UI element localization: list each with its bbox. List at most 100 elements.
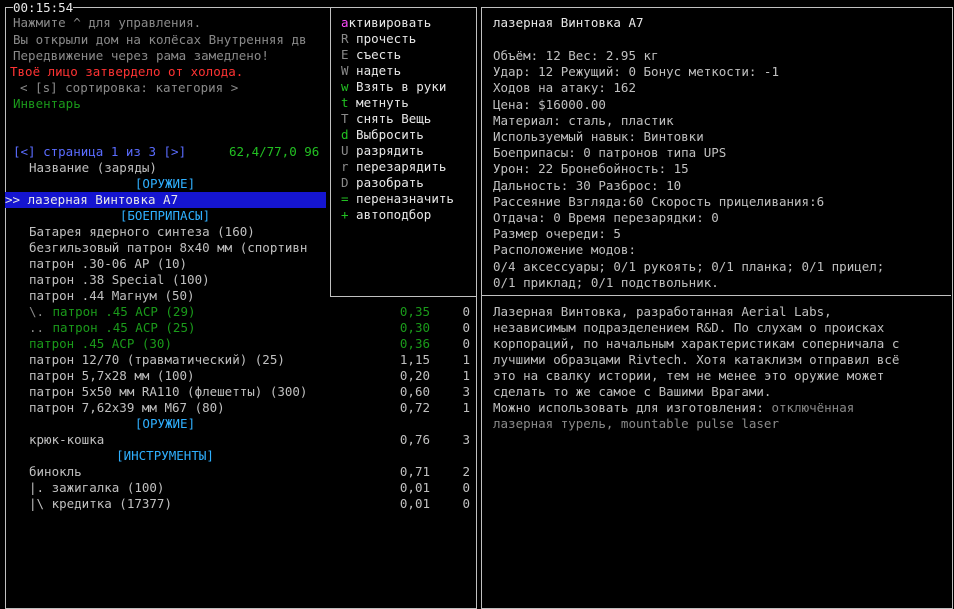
menu-item-label: съесть: [348, 47, 402, 62]
item-weight: 0,20: [399, 368, 430, 383]
item-name: Батарея ядерного синтеза (160): [29, 224, 255, 239]
hotkey: d: [341, 127, 349, 142]
inventory-row-selected[interactable]: >> лазерная Винтовка A7: [5, 192, 326, 208]
item-name: |\ кредитка (17377): [29, 496, 172, 511]
item-name: патрон .38 Special (100): [29, 272, 210, 287]
weight-volume-readout: 62,4/77,0 96: [229, 144, 320, 159]
menu-item[interactable]: t метнуть: [341, 95, 409, 111]
inventory-row[interactable]: патрон 5x50 мм RA110 (флешетты) (300) 0,6…: [0, 384, 475, 400]
item-name: патрон 7,62x39 мм M67 (80): [29, 400, 225, 415]
hotkey: w: [341, 79, 349, 94]
item-weight: 0,76: [399, 432, 430, 447]
item-name: патрон .45 ACP (29): [45, 304, 196, 319]
item-volume: 3: [462, 384, 470, 399]
menu-item-label: перезарядить: [348, 159, 447, 174]
category-header: [ОРУЖИЕ]: [134, 416, 196, 431]
menu-item[interactable]: R прочесть: [341, 31, 416, 47]
inventory-row[interactable]: |\ кредитка (17377) 0,01 0: [0, 496, 475, 512]
menu-item[interactable]: E съесть: [341, 47, 401, 63]
inventory-row[interactable]: патрон 5,7x28 мм (100) 0,20 1: [0, 368, 475, 384]
menu-item-label: автоподбор: [348, 207, 432, 222]
hotkey: =: [341, 191, 349, 206]
menu-item[interactable]: + автоподбор: [341, 207, 431, 223]
menu-item-label: метнуть: [348, 95, 409, 110]
item-volume: 0: [462, 336, 470, 351]
hotkey: E: [341, 47, 349, 62]
item-name: безгильзовый патрон 8x40 мм (спортивн: [29, 240, 308, 255]
stack-marker: \.: [29, 304, 45, 319]
item-title: лазерная Винтовка A7: [493, 15, 644, 30]
menu-item-label: разрядить: [348, 143, 424, 158]
hotkey: W: [341, 63, 349, 78]
game-clock: 00:15:54: [13, 0, 74, 16]
craft-item-list: лазерная турель, mountable pulse laser: [493, 416, 779, 431]
craft-item: отключённая: [771, 400, 855, 415]
menu-item-label: разобрать: [348, 175, 424, 190]
category-header: [БОЕПРИПАСЫ]: [119, 208, 211, 223]
menu-item-label: снять Вещь: [348, 111, 432, 126]
menu-item[interactable]: = переназначить: [341, 191, 454, 207]
item-weight: 0,35: [399, 304, 430, 319]
inventory-row[interactable]: .. патрон .45 ACP (25) 0,30 0: [0, 320, 475, 336]
item-volume: 1: [462, 352, 470, 367]
column-header: Название (заряды): [29, 160, 157, 175]
description-line: Лазерная Винтовка, разработанная Aerial …: [493, 304, 832, 319]
description-line: лучшими образцами Rivtech. Хотя катаклиз…: [493, 352, 900, 367]
inventory-row[interactable]: крюк-кошка 0,76 3: [0, 432, 475, 448]
item-name: патрон 12/70 (травматический) (25): [29, 352, 285, 367]
stat-line: Дальность: 30 Разброс: 10: [493, 177, 682, 193]
item-volume: 0: [462, 480, 470, 495]
item-weight: 0,60: [399, 384, 430, 399]
menu-item[interactable]: d Выбросить: [341, 127, 424, 143]
menu-item[interactable]: D разобрать: [341, 175, 424, 191]
menu-item[interactable]: U разрядить: [341, 143, 424, 159]
inventory-title: Инвентарь: [13, 96, 81, 111]
item-weight: 0,01: [399, 496, 430, 511]
hotkey: +: [341, 207, 349, 222]
item-volume: 0: [462, 304, 470, 319]
sort-bar[interactable]: < [s] сортировка: категория >: [20, 80, 238, 96]
inventory-row[interactable]: патрон .45 ACP (30) 0,36 0: [0, 336, 475, 352]
description-line: это на свалку истории, тем не менее это …: [493, 368, 885, 383]
description-line: независимым подразделением R&D. По слуха…: [493, 320, 885, 335]
stat-line: Боеприпасы: 0 патронов типа UPS: [493, 145, 727, 161]
item-name: |. зажигалка (100): [29, 480, 165, 495]
inventory-row[interactable]: патрон 12/70 (травматический) (25) 1,15 1: [0, 352, 475, 368]
menu-item[interactable]: w Взять в руки: [341, 79, 446, 95]
menu-item[interactable]: r перезарядить: [341, 159, 446, 175]
log-line-warning: Твоё лицо затвердело от холода.: [10, 64, 244, 79]
stat-line: Материал: сталь, пластик: [493, 112, 674, 128]
item-name: патрон .45 ACP (25): [45, 320, 196, 335]
inventory-row[interactable]: \. патрон .45 ACP (29) 0,35 0: [0, 304, 475, 320]
stat-line: Объём: 12 Вес: 2.95 кг: [493, 48, 659, 63]
item-name: патрон .44 Магнум (50): [29, 288, 195, 303]
item-weight: 0,72: [399, 400, 430, 415]
stat-line: Удар: 12 Режущий: 0 Бонус меткости: -1: [493, 64, 779, 80]
inventory-row[interactable]: |. зажигалка (100) 0,01 0: [0, 480, 475, 496]
item-weight: 0,01: [399, 480, 430, 495]
item-name: бинокль: [29, 464, 82, 479]
log-line: Нажмите ^ для управления.: [13, 15, 202, 30]
inventory-row[interactable]: патрон 7,62x39 мм M67 (80) 0,72 1: [0, 400, 475, 416]
menu-item[interactable]: T снять Вещь: [341, 111, 431, 127]
menu-item-label: надеть: [348, 63, 402, 78]
description-line: корпораций, по начальным характеристикам…: [493, 336, 900, 351]
hotkey: R: [341, 31, 349, 46]
item-volume: 0: [462, 496, 470, 511]
hotkey: U: [341, 143, 349, 158]
stat-line: Используемый навык: Винтовки: [493, 129, 704, 144]
item-name: патрон 5x50 мм RA110 (флешетты) (300): [29, 384, 308, 399]
category-header: [ИНСТРУМЕНТЫ]: [116, 448, 214, 463]
page-navigator[interactable]: [<] страница 1 из 3 [>]: [13, 144, 186, 160]
menu-item-label: Выбросить: [348, 127, 424, 142]
item-volume: 3: [462, 432, 470, 447]
inventory-row[interactable]: бинокль 0,71 2: [0, 464, 475, 480]
item-name: патрон .30-06 AP (10): [29, 256, 188, 271]
menu-item[interactable]: W надеть: [341, 63, 401, 79]
stat-line: Рассеяние Взгляда:60 Скорость прицеливан…: [493, 193, 825, 209]
stat-line: Цена: $16000.00: [493, 96, 606, 112]
menu-item-label: переназначить: [348, 191, 454, 206]
menu-item-label: Взять в руки: [348, 79, 447, 94]
item-volume: 0: [462, 320, 470, 335]
menu-item[interactable]: активировать: [341, 15, 431, 31]
